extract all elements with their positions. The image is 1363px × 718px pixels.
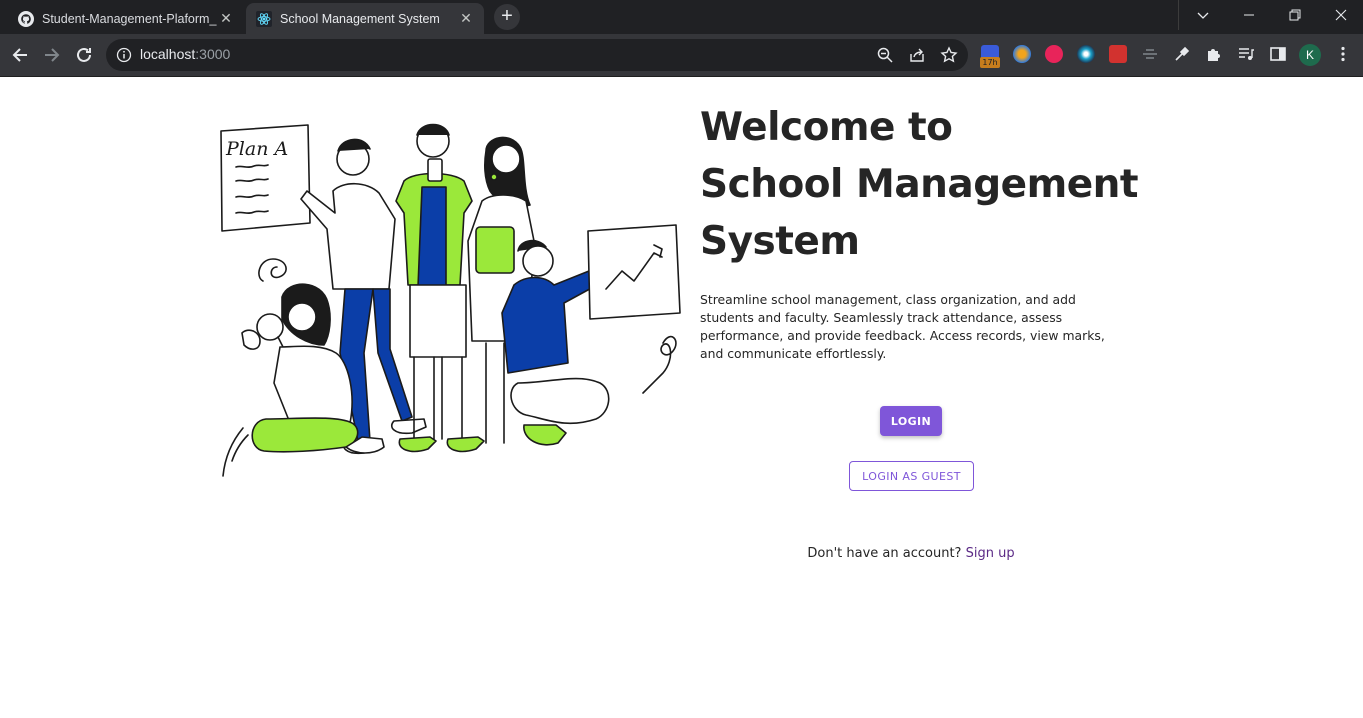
more-menu-icon[interactable] — [1334, 45, 1352, 63]
red-grid-extension-icon[interactable] — [1109, 45, 1127, 63]
arrow-left-icon — [12, 48, 27, 62]
info-icon[interactable] — [116, 47, 132, 63]
media-list-icon[interactable] — [1237, 45, 1255, 63]
page-content: Plan A Welcome to School Management Syst… — [0, 77, 1363, 718]
signup-prompt-text: Don't have an account? — [807, 546, 962, 561]
zoom-icon[interactable] — [876, 46, 894, 64]
extension-badge: 17h — [980, 57, 1000, 68]
reload-button[interactable] — [70, 41, 98, 69]
bookmark-star-icon[interactable] — [940, 46, 958, 64]
signup-prompt: Don't have an account? Sign up — [700, 546, 1122, 561]
title-line: Welcome to — [700, 105, 953, 150]
title-line: School Management — [700, 162, 1139, 207]
tab-strip: Student-Management-Plaform_ ✕ School Man… — [0, 0, 1363, 34]
close-icon — [1335, 9, 1347, 21]
close-tab-icon[interactable]: ✕ — [458, 11, 474, 27]
close-tab-icon[interactable]: ✕ — [218, 11, 234, 27]
page-title: Welcome to School Management System — [700, 99, 1160, 270]
reload-icon — [77, 47, 91, 62]
strikethrough-extension-icon[interactable] — [1141, 45, 1159, 63]
tab-title: School Management System — [280, 11, 440, 26]
signup-link[interactable]: Sign up — [966, 546, 1015, 561]
forward-button[interactable] — [38, 41, 66, 69]
tab-search-button[interactable] — [1180, 0, 1226, 30]
minimize-icon — [1244, 14, 1254, 16]
minimize-button[interactable] — [1226, 0, 1272, 30]
title-line: System — [700, 219, 860, 264]
restore-button[interactable] — [1272, 0, 1318, 30]
side-panel-icon[interactable] — [1269, 45, 1287, 63]
red-play-extension-icon[interactable] — [1045, 45, 1063, 63]
page-description: Streamline school management, class orga… — [700, 292, 1105, 361]
react-icon — [256, 10, 272, 27]
tab-school-management[interactable]: School Management System ✕ — [246, 3, 484, 34]
students-illustration: Plan A — [220, 123, 681, 477]
login-as-guest-button[interactable]: LOGIN AS GUEST — [849, 461, 974, 491]
close-window-button[interactable] — [1318, 0, 1363, 30]
teal-flower-extension-icon[interactable] — [1077, 45, 1095, 63]
github-icon — [18, 10, 34, 27]
back-button[interactable] — [6, 41, 34, 69]
restore-icon — [1289, 9, 1301, 21]
address-bar[interactable]: localhost:3000 — [106, 39, 968, 71]
login-button[interactable]: LOGIN — [880, 406, 942, 436]
eyedropper-extension-icon[interactable] — [1173, 45, 1191, 63]
colorful-extension-icon[interactable] — [1013, 45, 1031, 63]
new-tab-button[interactable]: + — [494, 4, 520, 30]
share-icon[interactable] — [908, 46, 926, 64]
url-text: localhost:3000 — [140, 46, 230, 62]
divider — [1178, 0, 1179, 30]
arrow-right-icon — [45, 48, 60, 62]
url-host: localhost — [140, 46, 196, 62]
puzzle-extensions-icon[interactable] — [1205, 45, 1223, 63]
chevron-down-icon — [1197, 12, 1209, 19]
tab-github[interactable]: Student-Management-Plaform_ ✕ — [8, 3, 244, 34]
browser-toolbar: localhost:3000 K — [0, 34, 1363, 77]
illustration-text: Plan A — [225, 138, 288, 160]
tab-title: Student-Management-Plaform_ — [42, 11, 217, 26]
profile-avatar[interactable]: K — [1299, 44, 1321, 66]
url-port: :3000 — [195, 46, 231, 62]
